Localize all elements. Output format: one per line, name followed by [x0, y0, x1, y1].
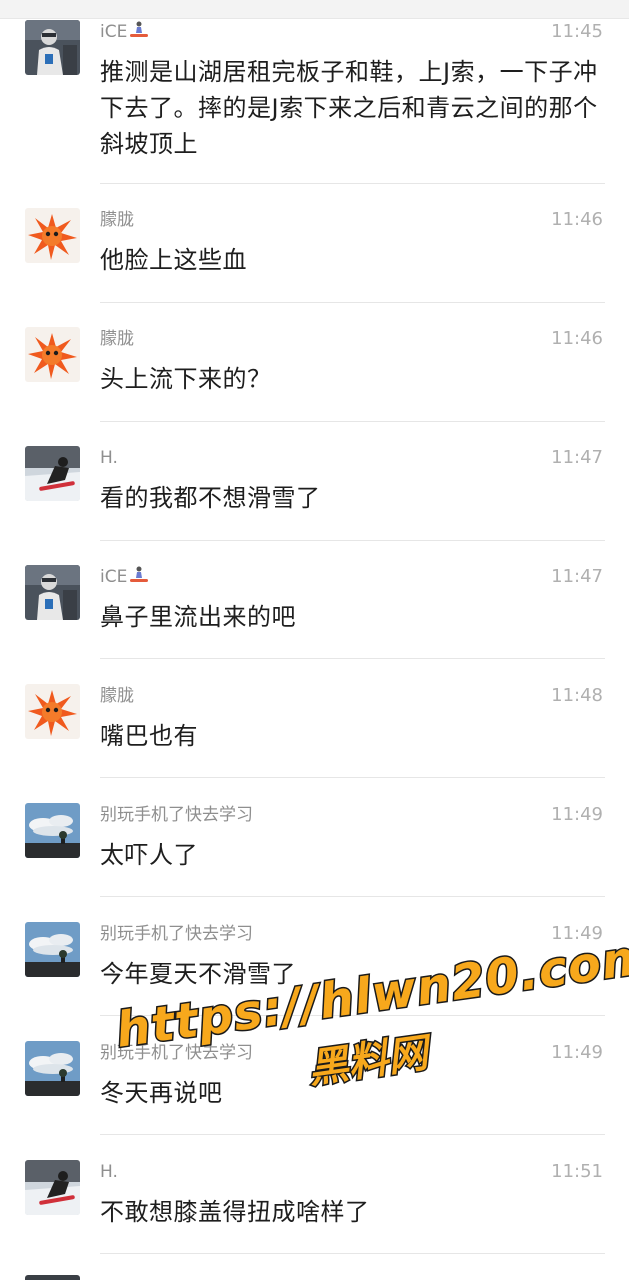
next-message-avatar[interactable] [25, 1275, 80, 1280]
goldfish-avatar[interactable] [25, 327, 80, 382]
message-time: 11:49 [551, 1042, 603, 1063]
sky-avatar[interactable] [25, 922, 80, 977]
message-time: 11:49 [551, 923, 603, 944]
divider [100, 1015, 605, 1016]
sender-name-text: iCE [100, 567, 128, 587]
divider [100, 302, 605, 303]
divider [100, 540, 605, 541]
ice-avatar[interactable] [25, 20, 80, 75]
top-edge-bar [0, 0, 629, 19]
watermark-url: https://hlwn20.com [111, 927, 629, 1061]
message-time: 11:47 [551, 447, 603, 468]
divider [100, 421, 605, 422]
message-time: 11:49 [551, 804, 603, 825]
message-text: 冬天再说吧 [100, 1079, 223, 1107]
sender-name: 朦胧 [100, 686, 134, 706]
message-time: 11:45 [551, 21, 603, 42]
sender-name: H. [100, 448, 118, 468]
message-time: 11:51 [551, 1161, 603, 1182]
message-time: 11:48 [551, 685, 603, 706]
message-time: 11:46 [551, 209, 603, 230]
divider [100, 1134, 605, 1135]
message-text: 今年夏天不滑雪了 [100, 960, 296, 988]
sender-name: iCE [100, 20, 149, 44]
message-text: 鼻子里流出来的吧 [100, 603, 296, 631]
sender-name: H. [100, 1162, 118, 1182]
message-time: 11:46 [551, 328, 603, 349]
sky-avatar[interactable] [25, 1041, 80, 1096]
ice-avatar[interactable] [25, 565, 80, 620]
message-text: 看的我都不想滑雪了 [100, 484, 321, 512]
goldfish-avatar[interactable] [25, 208, 80, 263]
sender-name: 朦胧 [100, 329, 134, 349]
sender-name: iCE [100, 565, 149, 589]
sender-name-text: iCE [100, 22, 128, 42]
divider [100, 896, 605, 897]
message-text: 头上流下来的？ [100, 365, 272, 393]
divider [100, 777, 605, 778]
message-time: 11:47 [551, 566, 603, 587]
snowboarder-emoji [130, 566, 149, 582]
sky-avatar[interactable] [25, 803, 80, 858]
snowboarder-emoji [130, 21, 149, 37]
message-text: 嘴巴也有 [100, 722, 198, 750]
sender-name: 朦胧 [100, 210, 134, 230]
sender-name: 别玩手机了快去学习 [100, 1043, 253, 1063]
message-text: 太吓人了 [100, 841, 198, 869]
divider [100, 1253, 605, 1254]
goldfish-avatar[interactable] [25, 684, 80, 739]
message-text: 推测是山湖居租完板子和鞋，上J索，一下子冲下去了。摔的是J索下来之后和青云之间的… [100, 58, 598, 158]
message-text: 不敢想膝盖得扭成啥样了 [100, 1198, 370, 1226]
sender-name: 别玩手机了快去学习 [100, 924, 253, 944]
snowboarder-avatar[interactable] [25, 1160, 80, 1215]
sender-name: 别玩手机了快去学习 [100, 805, 253, 825]
snowboarder-avatar[interactable] [25, 446, 80, 501]
divider [100, 658, 605, 659]
divider [100, 183, 605, 184]
message-text: 他脸上这些血 [100, 246, 247, 274]
